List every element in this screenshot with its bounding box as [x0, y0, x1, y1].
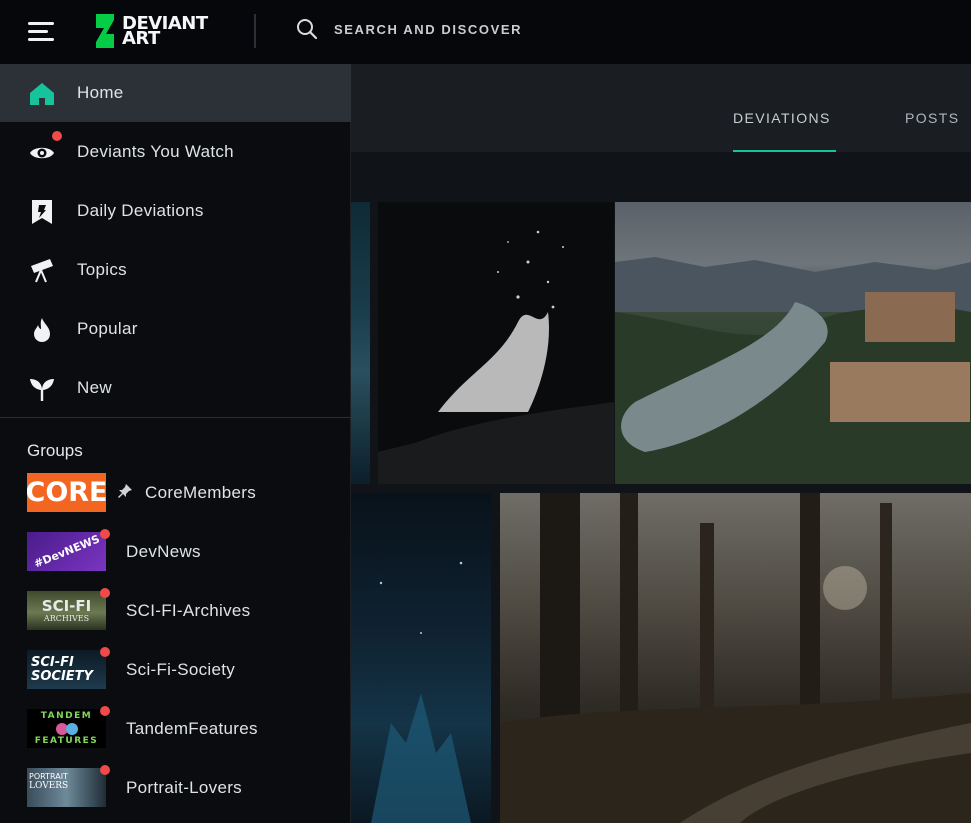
sidebar-item-deviants-you-watch[interactable]: Deviants You Watch	[0, 123, 351, 181]
deviation-thumbnail[interactable]	[615, 202, 971, 484]
tab-bar: DEVIATIONS POSTS	[351, 64, 971, 152]
group-label: CoreMembers	[145, 483, 256, 502]
deviation-thumbnail[interactable]	[378, 202, 614, 484]
notification-dot	[52, 131, 62, 141]
group-item-tandemfeatures[interactable]: TANDEM FEATURES TandemFeatures	[0, 706, 351, 750]
group-label: Portrait-Lovers	[126, 778, 242, 797]
sidebar-item-label: Deviants You Watch	[77, 142, 234, 161]
group-avatar: CORE	[27, 473, 106, 512]
group-item-sci-fi-society[interactable]: SCI-FI SOCIETY Sci-Fi-Society	[0, 647, 351, 691]
thumbnail-art	[378, 230, 614, 484]
thumbnail-art	[615, 257, 971, 484]
deviation-thumbnail[interactable]	[351, 493, 491, 823]
sidebar-item-label: Daily Deviations	[77, 201, 204, 220]
sidebar-item-label: Home	[77, 83, 124, 102]
search-icon	[297, 19, 318, 40]
group-avatar: TANDEM FEATURES	[27, 709, 106, 748]
group-label: Sci-Fi-Society	[126, 660, 236, 679]
group-item-devnews[interactable]: #DevNEWS DevNews	[0, 529, 351, 573]
sidebar: Home Deviants You Watch Daily Deviations…	[0, 64, 351, 823]
sidebar-item-home[interactable]: Home	[0, 64, 351, 122]
notification-dot	[100, 706, 110, 716]
sidebar-item-label: New	[77, 378, 112, 397]
group-avatar: #DevNEWS	[27, 532, 106, 571]
groups-heading: Groups	[27, 441, 83, 460]
thumbnail-art	[500, 493, 971, 823]
sidebar-item-daily-deviations[interactable]: Daily Deviations	[0, 182, 351, 240]
pin-icon	[118, 484, 132, 498]
group-avatar: SCI-FI SOCIETY	[27, 650, 106, 689]
deviation-thumbnail[interactable]	[351, 202, 370, 484]
deviantart-logo[interactable]: DEVIANT ART	[94, 13, 208, 49]
deviantart-mark-icon	[96, 14, 114, 48]
sidebar-item-popular[interactable]: Popular	[0, 300, 351, 358]
telescope-icon	[31, 259, 53, 283]
daily-deviation-icon	[32, 200, 52, 224]
active-tab-indicator	[733, 150, 836, 152]
tandem-bubbles-icon	[55, 722, 78, 735]
search-bar[interactable]: SEARCH AND DISCOVER	[296, 18, 522, 40]
top-bar: DEVIANT ART SEARCH AND DISCOVER	[0, 0, 971, 64]
tab-deviations[interactable]: DEVIATIONS	[733, 110, 831, 126]
search-placeholder: SEARCH AND DISCOVER	[334, 21, 523, 37]
header-divider	[254, 14, 256, 48]
group-avatar: SCI-FI ARCHIVES	[27, 591, 106, 630]
thumbnail-art	[371, 561, 471, 823]
sidebar-item-topics[interactable]: Topics	[0, 241, 351, 299]
menu-icon[interactable]	[28, 20, 56, 44]
group-label: DevNews	[126, 542, 201, 561]
notification-dot	[100, 588, 110, 598]
group-label: TandemFeatures	[126, 719, 258, 738]
eye-icon	[30, 147, 54, 159]
notification-dot	[100, 647, 110, 657]
group-item-sci-fi-archives[interactable]: SCI-FI ARCHIVES SCI-FI-Archives	[0, 588, 351, 632]
sidebar-item-new[interactable]: New	[0, 359, 351, 417]
sidebar-divider	[0, 417, 351, 418]
deviation-thumbnail[interactable]	[500, 493, 971, 823]
notification-dot	[100, 765, 110, 775]
group-label: SCI-FI-Archives	[126, 601, 251, 620]
sidebar-item-label: Topics	[77, 260, 127, 279]
group-avatar: PORTRAIT LOVERS	[27, 768, 106, 807]
home-icon	[30, 83, 54, 105]
notification-dot	[100, 529, 110, 539]
sprout-icon	[30, 379, 54, 401]
logo-wordmark: DEVIANT ART	[122, 13, 208, 49]
sidebar-item-label: Popular	[77, 319, 138, 338]
group-item-portrait-lovers[interactable]: PORTRAIT LOVERS Portrait-Lovers	[0, 765, 351, 809]
tab-posts[interactable]: POSTS	[905, 110, 959, 126]
flame-icon	[34, 318, 50, 342]
group-item-coremembers[interactable]: CORE CoreMembers	[0, 470, 351, 514]
